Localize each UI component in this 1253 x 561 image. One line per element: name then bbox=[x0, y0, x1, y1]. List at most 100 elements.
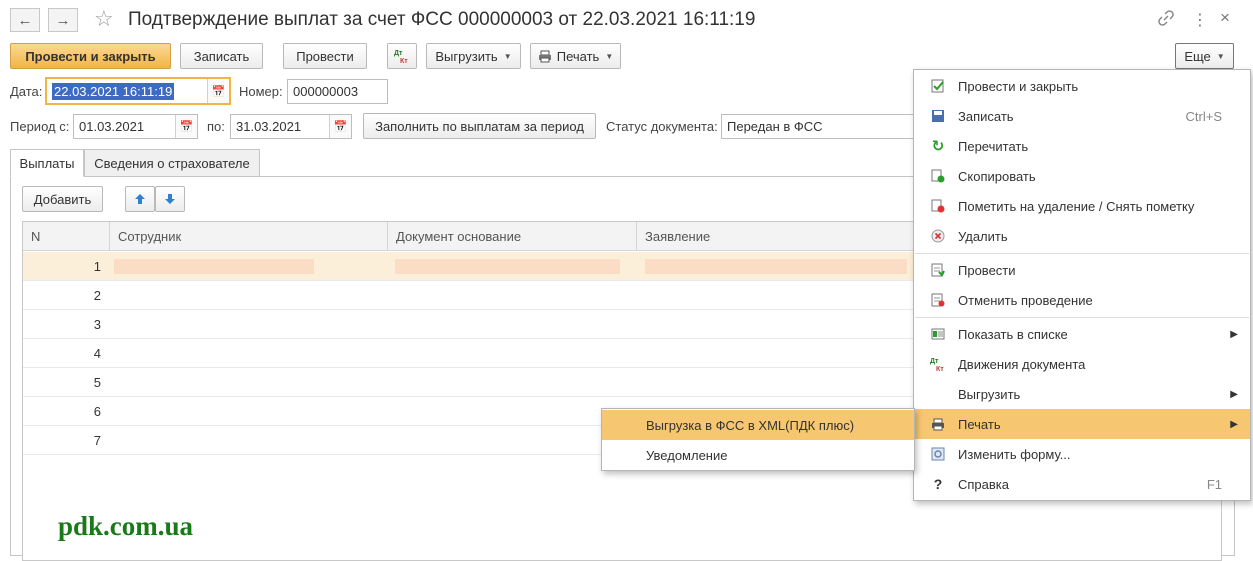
menu-item-post[interactable]: Провести bbox=[914, 255, 1250, 285]
watermark: pdk.com.ua bbox=[58, 511, 194, 541]
unpost-icon bbox=[930, 292, 946, 308]
post-close-icon bbox=[930, 78, 946, 94]
column-header-employee[interactable]: Сотрудник bbox=[110, 222, 388, 251]
calendar-icon[interactable]: 📅 bbox=[175, 115, 197, 138]
menu-item-export[interactable]: Выгрузить ▶ bbox=[914, 379, 1250, 409]
close-icon[interactable]: × bbox=[1220, 8, 1230, 28]
column-header-n[interactable]: N bbox=[23, 222, 110, 251]
back-button[interactable]: ← bbox=[10, 8, 40, 32]
period-to-value: 31.03.2021 bbox=[236, 119, 302, 134]
favorite-star-icon[interactable]: ☆ bbox=[94, 6, 114, 32]
svg-text:Дт: Дт bbox=[394, 50, 403, 57]
period-from-label: Период с: bbox=[10, 119, 70, 134]
calendar-icon[interactable]: 📅 bbox=[329, 115, 351, 138]
column-header-base-document[interactable]: Документ основание bbox=[388, 222, 637, 251]
menu-item-reload[interactable]: ↻ Перечитать bbox=[914, 131, 1250, 161]
menu-separator bbox=[915, 253, 1249, 254]
chevron-down-icon: ▼ bbox=[605, 51, 614, 61]
help-icon: ? bbox=[933, 476, 943, 492]
save-button[interactable]: Записать bbox=[180, 43, 263, 69]
row-number: 5 bbox=[93, 375, 101, 390]
print-button[interactable]: Печать ▼ bbox=[530, 43, 621, 69]
copy-icon bbox=[930, 168, 946, 184]
menu-item-notification[interactable]: Уведомление bbox=[602, 440, 914, 470]
chevron-right-icon: ▶ bbox=[1230, 328, 1238, 340]
menu-item-help[interactable]: ? Справка F1 bbox=[914, 469, 1250, 499]
add-button[interactable]: Добавить bbox=[22, 186, 103, 212]
arrow-down-icon bbox=[165, 194, 175, 204]
mark-delete-icon bbox=[930, 198, 946, 214]
menu-item-change-form[interactable]: Изменить форму... bbox=[914, 439, 1250, 469]
chevron-down-icon: ▼ bbox=[1216, 51, 1225, 61]
more-button[interactable]: Еще ▼ bbox=[1175, 43, 1234, 69]
row-number: 4 bbox=[93, 346, 101, 361]
dtkt-button[interactable]: Дт Кт bbox=[387, 43, 417, 69]
arrow-up-icon bbox=[135, 194, 145, 204]
printer-icon bbox=[538, 50, 551, 62]
more-menu: Провести и закрыть Записать Ctrl+S ↻ Пер… bbox=[913, 69, 1251, 501]
menu-separator bbox=[915, 317, 1249, 318]
more-label: Еще bbox=[1184, 48, 1211, 64]
svg-text:Дт: Дт bbox=[930, 358, 939, 365]
dtkt-icon: ДтКт bbox=[930, 356, 946, 372]
svg-text:Кт: Кт bbox=[400, 58, 408, 64]
show-list-icon bbox=[930, 326, 946, 342]
menu-item-show-in-list[interactable]: Показать в списке ▶ bbox=[914, 319, 1250, 349]
move-up-button[interactable] bbox=[125, 186, 155, 212]
printer-icon bbox=[930, 416, 946, 432]
delete-icon bbox=[930, 228, 946, 244]
row-number: 2 bbox=[93, 288, 101, 303]
fill-by-payments-button[interactable]: Заполнить по выплатам за период bbox=[363, 113, 596, 139]
menu-item-copy[interactable]: Скопировать bbox=[914, 161, 1250, 191]
redacted-document bbox=[395, 259, 620, 274]
print-submenu: Выгрузка в ФСС в XML(ПДК плюс) Уведомлен… bbox=[601, 408, 915, 471]
row-number: 3 bbox=[93, 317, 101, 332]
more-vertical-icon[interactable]: ⋮ bbox=[1192, 10, 1208, 30]
menu-item-post-close[interactable]: Провести и закрыть bbox=[914, 71, 1250, 101]
post-button[interactable]: Провести bbox=[283, 43, 367, 69]
reload-icon: ↻ bbox=[931, 138, 945, 155]
print-label: Печать bbox=[556, 48, 600, 64]
tab-payments[interactable]: Выплаты bbox=[10, 149, 84, 177]
save-icon bbox=[930, 108, 946, 124]
period-to-label: по: bbox=[207, 119, 225, 134]
page-title: Подтверждение выплат за счет ФСС 0000000… bbox=[128, 9, 756, 30]
change-form-icon bbox=[930, 446, 946, 462]
svg-text:Кт: Кт bbox=[936, 366, 944, 372]
date-field[interactable]: 22.03.2021 16:11:19 📅 bbox=[45, 77, 231, 105]
menu-item-delete[interactable]: Удалить bbox=[914, 221, 1250, 251]
menu-item-save[interactable]: Записать Ctrl+S bbox=[914, 101, 1250, 131]
post-icon bbox=[930, 262, 946, 278]
redacted-employee bbox=[114, 259, 314, 274]
period-to-field[interactable]: 31.03.2021 📅 bbox=[230, 114, 352, 139]
menu-item-document-movements[interactable]: Дт Кт Движения документа bbox=[914, 349, 1250, 379]
chevron-down-icon: ▼ bbox=[503, 51, 512, 61]
move-down-button[interactable] bbox=[155, 186, 185, 212]
arrow-left-icon: ← bbox=[17, 11, 33, 29]
date-label: Дата: bbox=[10, 84, 43, 99]
row-number: 7 bbox=[93, 433, 101, 448]
status-label: Статус документа: bbox=[606, 119, 718, 134]
menu-item-mark-delete[interactable]: Пометить на удаление / Снять пометку bbox=[914, 191, 1250, 221]
chevron-right-icon: ▶ bbox=[1230, 418, 1238, 430]
calendar-icon[interactable]: 📅 bbox=[207, 79, 229, 103]
arrow-right-icon: → bbox=[55, 11, 71, 29]
status-field[interactable]: Передан в ФСС bbox=[721, 114, 921, 139]
menu-item-unpost[interactable]: Отменить проведение bbox=[914, 285, 1250, 315]
date-value: 22.03.2021 16:11:19 bbox=[52, 82, 175, 100]
link-icon[interactable] bbox=[1158, 10, 1174, 29]
number-field[interactable]: 000000003 bbox=[287, 79, 388, 104]
menu-item-export-fss-xml[interactable]: Выгрузка в ФСС в XML(ПДК плюс) bbox=[602, 410, 914, 440]
menu-item-print[interactable]: Печать ▶ bbox=[914, 409, 1250, 439]
dtkt-icon: ДтКт bbox=[394, 50, 408, 64]
export-button[interactable]: Выгрузить ▼ bbox=[426, 43, 521, 69]
row-number: 1 bbox=[93, 259, 101, 274]
period-from-value: 01.03.2021 bbox=[79, 119, 145, 134]
export-label: Выгрузить bbox=[435, 48, 498, 64]
post-and-close-button[interactable]: Провести и закрыть bbox=[10, 43, 171, 69]
tab-insurer-info[interactable]: Сведения о страхователе bbox=[84, 149, 260, 177]
period-from-field[interactable]: 01.03.2021 📅 bbox=[73, 114, 198, 139]
row-number: 6 bbox=[93, 404, 101, 419]
forward-button[interactable]: → bbox=[48, 8, 78, 32]
chevron-right-icon: ▶ bbox=[1230, 388, 1238, 400]
